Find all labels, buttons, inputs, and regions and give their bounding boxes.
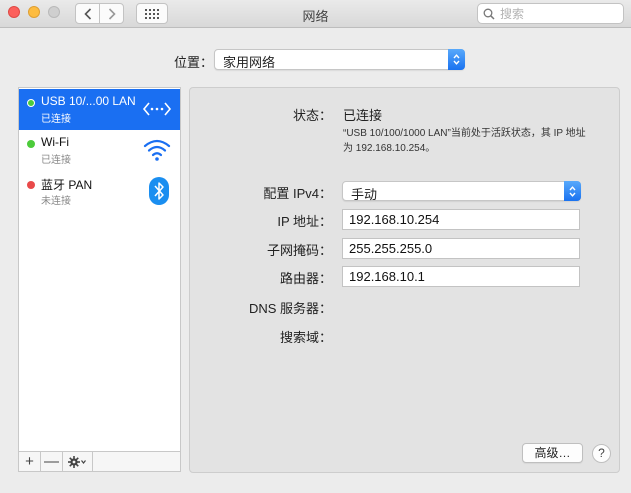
- service-item-wifi[interactable]: Wi-Fi 已连接: [19, 130, 180, 171]
- ipv4-stepper: [564, 181, 581, 201]
- location-label: 位置：: [174, 55, 214, 70]
- subnet-mask-field[interactable]: [342, 238, 580, 259]
- add-service-button[interactable]: +: [19, 452, 41, 471]
- service-list: USB 10/...00 LAN 已连接 Wi-Fi 已连接 蓝牙 PAN 未连…: [18, 87, 181, 452]
- help-button[interactable]: ?: [592, 444, 611, 463]
- status-dot: [27, 181, 35, 189]
- search-domain-label: 搜索域：: [279, 330, 332, 345]
- service-item-bluetooth-pan[interactable]: 蓝牙 PAN 未连接: [19, 171, 180, 212]
- advanced-button[interactable]: 高级…: [522, 443, 583, 463]
- router-label: 路由器：: [279, 271, 332, 286]
- bluetooth-icon: [149, 177, 169, 205]
- router-field[interactable]: [342, 266, 580, 287]
- gear-icon: [67, 455, 86, 468]
- ethernet-arrows-icon: [142, 102, 172, 116]
- status-dot: [27, 99, 35, 107]
- subnet-mask-label: 子网掩码：: [266, 243, 332, 258]
- configure-ipv4-select[interactable]: 手动: [342, 181, 581, 202]
- dns-server-label: DNS 服务器：: [248, 301, 332, 316]
- location-value: 家用网络: [223, 55, 276, 70]
- service-status: 已连接: [41, 155, 71, 166]
- configure-ipv4-label: 配置 IPv4：: [263, 186, 332, 201]
- service-item-usb-lan[interactable]: USB 10/...00 LAN 已连接: [19, 89, 180, 130]
- status-dot: [27, 140, 35, 148]
- ip-address-label: IP 地址：: [277, 214, 332, 229]
- service-list-toolbar: + —: [18, 452, 181, 472]
- updown-arrows-icon: [453, 54, 460, 65]
- service-status: 未连接: [41, 196, 71, 207]
- ip-address-field[interactable]: [342, 209, 580, 230]
- location-stepper: [448, 49, 465, 70]
- service-name: 蓝牙 PAN: [41, 178, 93, 192]
- search-icon: [483, 8, 495, 20]
- status-description: “USB 10/100/1000 LAN”当前处于活跃状态，其 IP 地址为 1…: [343, 128, 586, 154]
- location-select[interactable]: 家用网络: [214, 49, 465, 70]
- configure-ipv4-value: 手动: [351, 187, 378, 202]
- wifi-icon: [143, 139, 171, 161]
- updown-arrows-icon: [569, 185, 576, 197]
- search-field[interactable]: [477, 3, 624, 24]
- search-input[interactable]: [500, 6, 618, 21]
- service-name: Wi-Fi: [41, 135, 69, 149]
- service-status: 已连接: [41, 114, 71, 125]
- status-label: 状态：: [292, 108, 332, 123]
- service-name: USB 10/...00 LAN: [41, 94, 136, 108]
- remove-service-button[interactable]: —: [41, 452, 63, 471]
- status-value: 已连接: [343, 108, 383, 123]
- service-actions-button[interactable]: [63, 452, 93, 471]
- title-bar: 网络: [0, 0, 631, 28]
